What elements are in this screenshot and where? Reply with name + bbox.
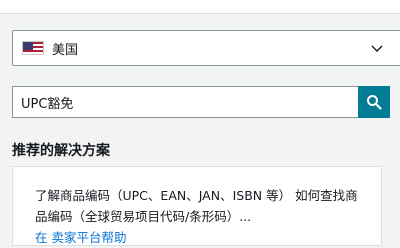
- solution-card-text: 了解商品编码（UPC、EAN、JAN、ISBN 等） 如何查找商品编码（全球贸易…: [35, 188, 358, 224]
- search-bar: [12, 86, 400, 118]
- search-icon: [367, 95, 382, 110]
- search-button[interactable]: [358, 86, 390, 118]
- country-select[interactable]: 美国: [12, 30, 400, 66]
- country-select-value: 美国: [52, 42, 79, 58]
- top-bar: [0, 0, 400, 14]
- recommended-solutions-title: 推荐的解决方案: [12, 143, 110, 159]
- solution-card[interactable]: 了解商品编码（UPC、EAN、JAN、ISBN 等） 如何查找商品编码（全球贸易…: [12, 166, 382, 246]
- search-input[interactable]: [12, 86, 358, 118]
- chevron-down-icon: [371, 45, 383, 52]
- us-flag-icon: [22, 41, 44, 55]
- solution-card-link[interactable]: 在 卖家平台帮助: [35, 227, 367, 248]
